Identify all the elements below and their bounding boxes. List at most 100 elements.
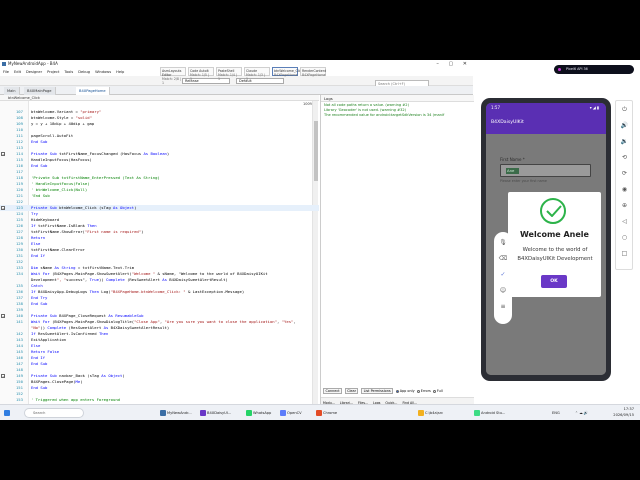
taskbar-app[interactable]: WhatsApp <box>246 408 271 418</box>
sweet-alert-dialog: Welcome Anele Welcome to the world of B4… <box>508 192 601 297</box>
find-result-sub: B4XPageHome <box>274 72 298 77</box>
find-result-tab[interactable]: btnWelcome_Click B4XPageHome <box>272 67 304 77</box>
taskbar-app[interactable]: OpenCV <box>280 408 302 418</box>
list-permissions-button[interactable]: List Permissions <box>361 388 394 394</box>
code-editor[interactable]: 100% 107 btnWelcome.Variant = "primary" 1… <box>0 101 319 404</box>
menu-item[interactable]: Debug <box>78 70 90 74</box>
taskbar: Search MyNewAndr... B4XDaisyUI... WhatsApp… <box>0 404 640 420</box>
volume-up-icon[interactable]: 🔊 <box>620 121 629 130</box>
emoji-icon[interactable]: ☺ <box>498 286 508 296</box>
status-bar: 1:57 ▾◢▮ <box>486 103 606 112</box>
radio-app-only[interactable] <box>395 389 399 393</box>
zoom-icon[interactable]: ⊕ <box>620 201 629 210</box>
emulator-title-bar: Pixel6 API 36 <box>552 65 640 75</box>
find-result-tab[interactable]: Claude Match: 1/3 | 1 <box>244 67 270 81</box>
logs-title: Logs <box>321 95 474 102</box>
app-body: First Name * Ane Please enter your first… <box>486 134 606 375</box>
device-dot-icon <box>558 68 561 71</box>
emulator-pill[interactable]: Pixel6 API 36 <box>554 65 634 74</box>
clear-button[interactable]: Clear <box>344 388 359 394</box>
emulator-device-name: Pixel6 API 36 <box>566 67 588 71</box>
menu-icon[interactable]: ≡ <box>498 302 508 312</box>
rotate-right-icon[interactable]: ⟳ <box>620 169 629 178</box>
taskbar-app[interactable]: MyNewAndr... <box>160 408 192 418</box>
start-icon[interactable] <box>4 408 11 418</box>
taskbar-app[interactable]: B4XDaisyUI... <box>200 408 231 418</box>
menu-item[interactable]: Edit <box>14 70 21 74</box>
find-result-name: RenderContent <box>302 68 327 73</box>
fold-toggle[interactable]: − <box>1 152 5 156</box>
window-controls[interactable]: – ▢ ✕ <box>436 60 471 68</box>
status-time: 1:57 <box>491 105 500 110</box>
app-icon <box>280 410 286 416</box>
first-name-value: Ane <box>506 168 519 174</box>
dialog-message: Welcome to the world of B4XDaisyUIKit De… <box>517 247 593 262</box>
fold-toggle[interactable]: − <box>1 206 5 210</box>
taskbar-app-label: WhatsApp <box>253 411 272 415</box>
first-name-field[interactable]: Ane <box>500 164 591 177</box>
volume-down-icon[interactable]: 🔉 <box>620 137 629 146</box>
find-result-tab[interactable]: PasteShell Match: 1/4 | 1 <box>216 67 242 81</box>
logs-pane: Logs Not all code paths return a value. … <box>320 95 474 408</box>
back-icon[interactable]: ◁ <box>620 217 629 226</box>
app-icon <box>2 62 6 66</box>
phone-screen[interactable]: 1:57 ▾◢▮ B4XDaisyUIKit First Name * Ane … <box>486 103 606 375</box>
ide-title: MyNewAndroidApp - B4A <box>8 61 58 66</box>
screen: MyNewAndroidApp - B4A – ▢ ✕ File Edit Desi… <box>0 0 640 480</box>
find-result-name: AsmLayouts Editor <box>162 68 182 77</box>
find-result-sub: Match: 2/8 | 1 <box>162 76 182 85</box>
find-result-name: btnWelcome_Click <box>274 68 304 73</box>
rotate-left-icon[interactable]: ⟲ <box>620 153 629 162</box>
first-name-label: First Name * <box>500 157 525 162</box>
menu-item[interactable]: Project <box>47 70 59 74</box>
radio-errors-label: Errors <box>420 389 431 393</box>
power-icon[interactable]: ⏻ <box>620 105 629 114</box>
taskbar-app-label: C:\b4a\src <box>425 411 444 415</box>
taskbar-app-label: Chrome <box>323 411 338 415</box>
clock[interactable]: 17:37 2026/09/15 <box>610 406 634 418</box>
camera-icon[interactable]: ◉ <box>620 185 629 194</box>
radio-errors[interactable] <box>416 389 420 393</box>
radio-full[interactable] <box>432 389 436 393</box>
home-icon[interactable]: ○ <box>620 233 629 242</box>
ok-button[interactable]: OK <box>541 275 567 288</box>
delete-icon[interactable]: ⌫ <box>498 254 508 264</box>
menu-item[interactable]: Designer <box>26 70 42 74</box>
tray-lang[interactable]: ENG <box>552 408 560 418</box>
menu-item[interactable]: Windows <box>95 70 111 74</box>
tray-icons[interactable]: ⌃ ☁ 🔊 <box>575 408 588 418</box>
menu-item[interactable]: Help <box>116 70 124 74</box>
taskbar-app-label: MyNewAndr... <box>167 411 192 415</box>
log-output: Not all code paths return a value. (warn… <box>321 102 474 387</box>
app-icon <box>200 410 206 416</box>
app-icon <box>316 410 322 416</box>
fold-toggle[interactable]: − <box>1 374 5 378</box>
fold-toggle[interactable]: − <box>1 314 5 318</box>
menu-item[interactable]: File <box>3 70 9 74</box>
find-result-tab[interactable]: Code AutoIt Match: 1/5 | 1 <box>188 67 214 81</box>
tab-b4xmainpage[interactable]: B4XMainPage <box>24 87 56 95</box>
log-controls: Connect Clear List Permissions App only … <box>321 387 474 396</box>
toolbar-icons <box>3 78 109 93</box>
fab-column: 🎙 ⌫ ✓ ☺ ≡ <box>494 232 512 324</box>
tab-main[interactable]: Main <box>4 87 20 95</box>
taskbar-app[interactable]: Chrome <box>316 408 337 418</box>
app-icon <box>246 410 252 416</box>
check-icon[interactable]: ✓ <box>498 270 508 280</box>
taskbar-search[interactable]: Search <box>24 408 84 418</box>
find-result-sub: Match: 1/4 | 1 <box>218 72 238 81</box>
taskbar-app[interactable]: Android Stu... <box>474 408 505 418</box>
app-bar: B4XDaisyUIKit <box>486 112 606 134</box>
app-title: B4XDaisyUIKit <box>491 120 524 125</box>
tab-b4xpagehome[interactable]: B4XPageHome <box>76 87 110 95</box>
app-icon <box>418 410 424 416</box>
overview-icon[interactable]: □ <box>620 249 629 258</box>
document-tabs: Main B4XMainPage B4XPageHome <box>0 86 473 95</box>
find-result-tab[interactable]: AsmLayouts Editor Match: 2/8 | 1 <box>160 67 186 85</box>
dialog-title: Welcome Anele <box>520 230 589 239</box>
taskbar-app[interactable]: C:\b4a\src <box>418 408 443 418</box>
mic-icon[interactable]: 🎙 <box>498 238 508 248</box>
connect-button[interactable]: Connect <box>323 388 343 394</box>
menu-item[interactable]: Tools <box>64 70 73 74</box>
find-result-tab[interactable]: RenderContent B4XPageHome <box>300 67 327 77</box>
